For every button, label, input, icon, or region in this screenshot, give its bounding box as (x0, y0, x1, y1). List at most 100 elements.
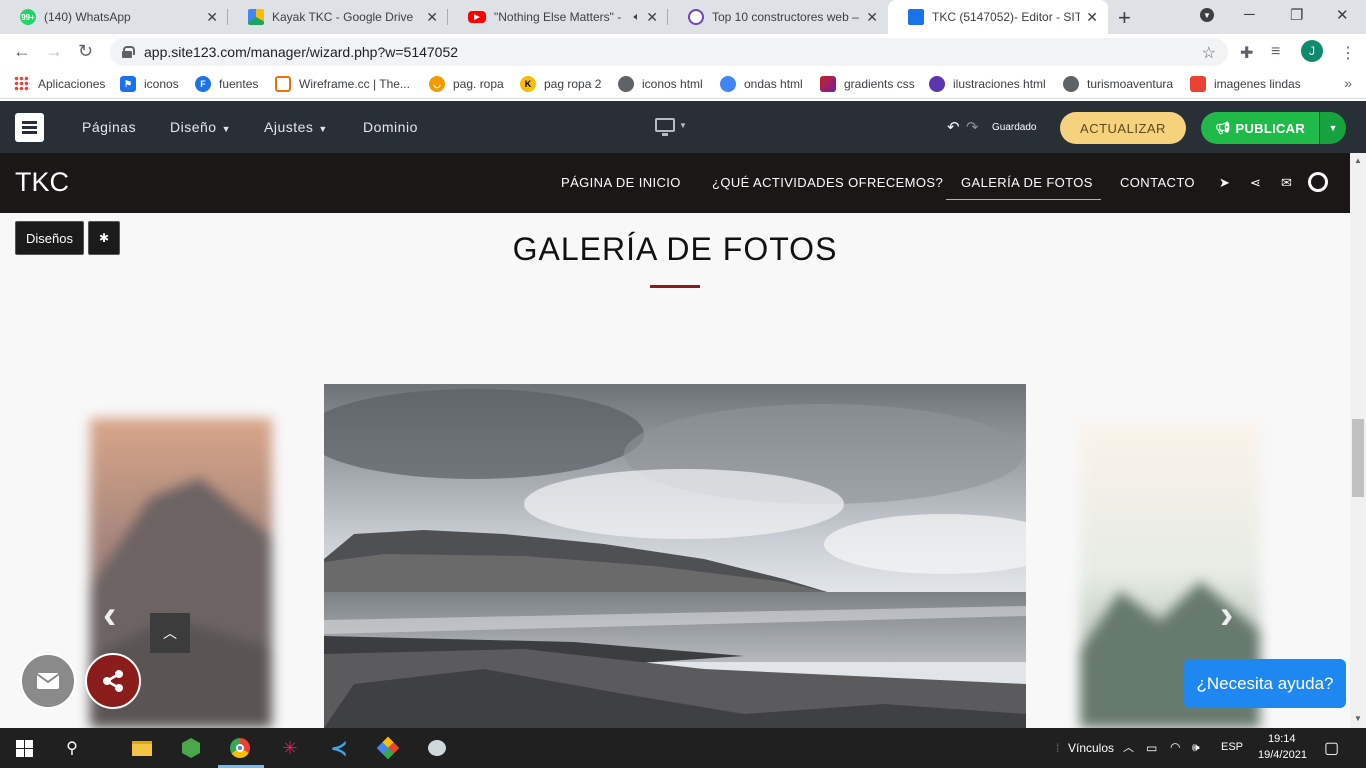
desktop-preview-icon[interactable] (655, 118, 675, 136)
location-arrow-icon[interactable]: ➤ (1219, 175, 1230, 191)
clock-date[interactable]: 19/4/2021 (1258, 749, 1307, 761)
scroll-up-icon[interactable]: ▲ (1354, 156, 1362, 165)
youtube-icon: ▶ (468, 11, 486, 23)
scroll-to-top-button[interactable]: ︿ (150, 613, 190, 653)
nav-actividades[interactable]: ¿QUÉ ACTIVIDADES OFRECEMOS? (712, 175, 943, 190)
reload-icon[interactable]: ↻ (78, 41, 93, 62)
gallery-prev-arrow[interactable]: ‹ (103, 593, 116, 638)
bookmark-imagenes-lindas[interactable]: imagenes lindas (1190, 76, 1301, 92)
editor-toolbar: Páginas Diseño ▼ Ajustes ▼ Dominio ▼ ↶ ↷ G… (0, 101, 1366, 153)
web-icon (688, 9, 704, 25)
bookmark-iconos[interactable]: ⚑ iconos (120, 76, 179, 92)
megaphone-icon: 📢︎ (1214, 121, 1231, 135)
bookmark-gradients-css[interactable]: gradients css (820, 76, 915, 92)
tab-top10[interactable]: Top 10 constructores web – 2 ✕ (668, 0, 888, 34)
scroll-down-icon[interactable]: ▼ (1354, 714, 1362, 723)
chevron-up-icon[interactable]: ︿ (1123, 739, 1134, 755)
bookmark-wireframe[interactable]: Wireframe.cc | The... (275, 76, 410, 92)
caret-down-icon[interactable]: ▼ (679, 121, 687, 130)
help-chat-button[interactable]: ¿Necesita ayuda? (1184, 659, 1346, 708)
language-indicator[interactable]: ESP (1221, 741, 1243, 753)
windows-start-icon[interactable] (14, 738, 34, 758)
contact-email-button[interactable] (20, 653, 76, 709)
tab-site123-editor[interactable]: TKC (5147052)- Editor - SITE1 ✕ (888, 0, 1108, 34)
nav-inicio[interactable]: PÁGINA DE INICIO (561, 175, 681, 190)
tab-google-drive[interactable]: Kayak TKC - Google Drive ✕ (228, 0, 448, 34)
update-button[interactable]: ACTUALIZAR (1060, 112, 1186, 144)
bookmark-apps[interactable]: Aplicaciones (14, 76, 105, 92)
scrollbar-thumb[interactable] (1352, 419, 1364, 497)
bookmark-iconos-html[interactable]: iconos html (618, 76, 703, 92)
forward-icon[interactable]: → (45, 41, 63, 62)
wifi-icon[interactable]: ◠ (1170, 740, 1180, 754)
publish-button[interactable]: 📢︎ PUBLICAR (1201, 112, 1319, 144)
menu-paginas[interactable]: Páginas (82, 119, 136, 135)
omnibox[interactable]: app.site123.com/manager/wizard.php?w=514… (110, 38, 1228, 66)
publish-options-button[interactable]: ▼ (1320, 112, 1346, 144)
share-icon[interactable]: ⋖ (1250, 175, 1261, 191)
windows-taskbar: ⚲ ✳ ≺ ⁞ Vínculos ︿ ▭ ◠ 🕪︎ ESP 19:14 19/4… (0, 728, 1366, 768)
close-tab-icon[interactable]: ✕ (1086, 9, 1098, 26)
bookmark-star-icon[interactable]: ☆ (1202, 43, 1216, 63)
menu-ajustes[interactable]: Ajustes ▼ (264, 119, 328, 135)
slack-icon[interactable]: ✳ (280, 738, 300, 758)
gallery-image-current[interactable] (324, 384, 1026, 728)
bookmark-ondas-html[interactable]: ondas html (720, 76, 803, 92)
restore-icon[interactable]: ❐ (1290, 6, 1303, 24)
volume-icon[interactable]: 🕪︎ (1192, 740, 1200, 755)
tab-whatsapp[interactable]: 99+ (140) WhatsApp ✕ (0, 0, 228, 34)
close-tab-icon[interactable]: ✕ (426, 9, 438, 26)
new-tab-button[interactable]: + (1118, 5, 1131, 31)
app-icon[interactable] (376, 736, 400, 760)
url-text[interactable]: app.site123.com/manager/wizard.php?w=514… (144, 44, 458, 60)
whatsapp-icon[interactable] (1308, 172, 1328, 192)
links-toolbar[interactable]: Vínculos (1068, 741, 1114, 755)
tab-youtube[interactable]: ▶ "Nothing Else Matters" - 🔈︎ ✕ (448, 0, 668, 34)
tab-search-icon[interactable]: ▼ (1200, 8, 1214, 22)
nav-contacto[interactable]: CONTACTO (1120, 175, 1195, 190)
bookmark-turismoaventura[interactable]: turismoaventura (1063, 76, 1173, 92)
close-window-icon[interactable]: ✕ (1336, 6, 1349, 24)
site-logo[interactable]: TKC (15, 167, 69, 198)
bookmarks-bar: Aplicaciones ⚑ iconos F fuentes Wirefram… (0, 70, 1366, 99)
menu-icon[interactable]: ⋮ (1340, 43, 1356, 63)
node-icon[interactable] (181, 738, 201, 758)
undo-icon[interactable]: ↶ (947, 118, 960, 136)
file-explorer-icon[interactable] (132, 738, 152, 758)
redo-icon[interactable]: ↷ (966, 118, 979, 136)
extensions-icon[interactable]: ✚ (1240, 43, 1253, 63)
bookmark-pag-ropa-2[interactable]: K pag ropa 2 (520, 76, 601, 92)
search-icon[interactable]: ⚲ (62, 738, 82, 758)
close-tab-icon[interactable]: ✕ (866, 9, 878, 26)
menu-diseno[interactable]: Diseño ▼ (170, 119, 231, 135)
paint-icon[interactable] (427, 738, 447, 758)
profile-avatar[interactable]: J (1301, 40, 1323, 62)
more-bookmarks-icon[interactable]: » (1344, 75, 1352, 91)
minimize-icon[interactable]: ─ (1244, 6, 1255, 23)
tab-title: (140) WhatsApp (44, 10, 131, 24)
email-icon[interactable]: ✉ (1281, 175, 1292, 191)
clock-time[interactable]: 19:14 (1268, 733, 1296, 745)
gallery-next-arrow[interactable]: › (1220, 593, 1233, 638)
close-tab-icon[interactable]: ✕ (206, 9, 218, 26)
media-control-icon[interactable]: ≡ (1271, 43, 1280, 61)
bookmark-label: imagenes lindas (1214, 77, 1301, 91)
battery-icon[interactable]: ▭ (1146, 741, 1157, 755)
bookmark-ilustraciones[interactable]: ilustraciones html (929, 76, 1046, 92)
share-button[interactable] (85, 653, 141, 709)
chrome-icon[interactable] (230, 738, 250, 758)
nav-galeria[interactable]: GALERÍA DE FOTOS (961, 175, 1093, 190)
notifications-icon[interactable]: ▢ (1324, 738, 1339, 758)
apps-grid-icon (14, 76, 30, 92)
menu-dominio[interactable]: Dominio (363, 119, 418, 135)
gradient-icon (820, 76, 836, 92)
editor-menu-button[interactable] (15, 113, 44, 142)
image-icon (1190, 76, 1206, 92)
audio-playing-icon[interactable]: 🔈︎ (634, 11, 641, 24)
vscode-icon[interactable]: ≺ (329, 738, 349, 760)
back-icon[interactable]: ← (13, 41, 31, 62)
site-navbar: TKC PÁGINA DE INICIO ¿QUÉ ACTIVIDADES OF… (0, 153, 1350, 213)
bookmark-fuentes[interactable]: F fuentes (195, 76, 258, 92)
bookmark-pag-ropa[interactable]: ◡ pag. ropa (429, 76, 504, 92)
close-tab-icon[interactable]: ✕ (646, 9, 658, 26)
